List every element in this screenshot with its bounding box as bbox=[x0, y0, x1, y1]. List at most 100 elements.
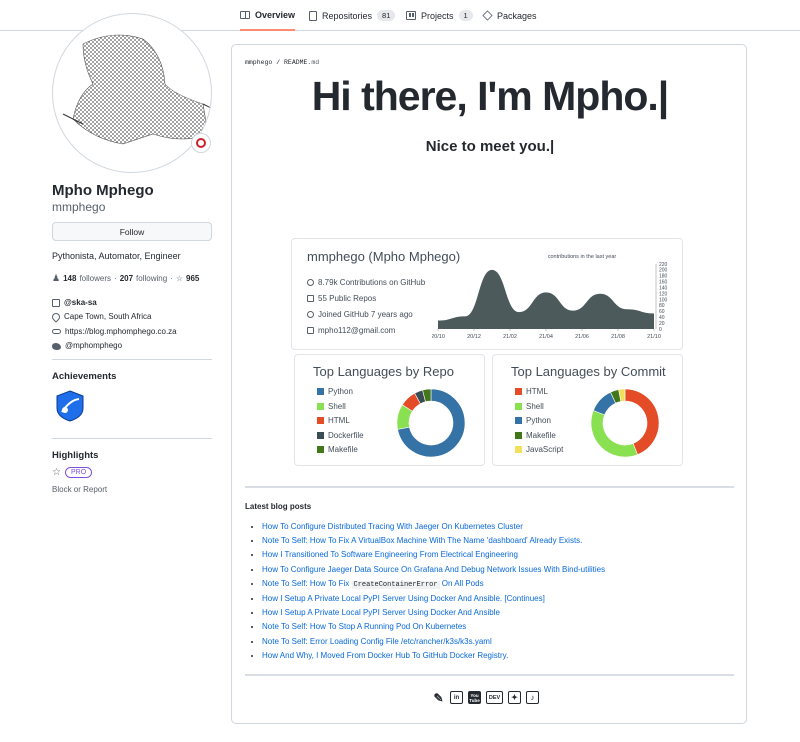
profile-bio: Pythonista, Automator, Engineer bbox=[52, 251, 181, 261]
legend-item: Dockerfile bbox=[317, 431, 364, 440]
x-tick-label: 20/12 bbox=[467, 334, 481, 340]
profile-location: Cape Town, South Africa bbox=[64, 312, 152, 322]
blog-post-link[interactable]: Note To Self: How To Stop A Running Pod … bbox=[262, 622, 466, 631]
blog-post-link[interactable]: How I Transitioned To Software Engineeri… bbox=[262, 550, 518, 559]
following-count[interactable]: 207 bbox=[120, 274, 133, 283]
legend-label: HTML bbox=[526, 387, 548, 396]
legend-label: JavaScript bbox=[526, 445, 564, 454]
youtube-icon[interactable]: You Tube bbox=[468, 691, 481, 704]
blog-post-link[interactable]: Note To Self: How To Fix A VirtualBox Ma… bbox=[262, 536, 582, 545]
tab-projects[interactable]: Projects 1 bbox=[406, 0, 473, 31]
legend-label: Shell bbox=[526, 401, 544, 411]
blog-post-link[interactable]: How I Setup A Private Local PyPI Server … bbox=[262, 608, 500, 617]
x-tick-label: 21/04 bbox=[539, 334, 553, 340]
readme-breadcrumb: mmphego / README.md bbox=[245, 59, 319, 66]
social-links: ✎ in You Tube DEV ✦ ♪ bbox=[432, 691, 539, 705]
legend-item: Makefile bbox=[515, 431, 556, 440]
github-icon bbox=[307, 279, 314, 286]
y-tick-label: 0 bbox=[659, 327, 662, 333]
followers-count[interactable]: 148 bbox=[63, 274, 76, 283]
donut-slice bbox=[590, 410, 638, 458]
list-item: How To Configure Jaeger Data Source On G… bbox=[262, 563, 605, 577]
profile-twitter[interactable]: @mphomphego bbox=[65, 339, 122, 353]
profile-full-name: Mpho Mphego bbox=[52, 182, 154, 199]
blog-post-link[interactable]: Note To Self: How To Fix CreateContainer… bbox=[262, 578, 484, 589]
pencil-icon[interactable]: ✎ bbox=[432, 691, 445, 705]
github-profile-card[interactable]: mmphego (Mpho Mphego) 8.79k Contribution… bbox=[291, 238, 683, 350]
twitter-icon bbox=[52, 342, 61, 350]
blog-post-list: How To Configure Distributed Tracing Wit… bbox=[250, 520, 605, 663]
divider bbox=[52, 359, 212, 360]
clock-icon bbox=[307, 311, 314, 318]
legend-label: Dockerfile bbox=[328, 430, 364, 440]
top-languages-repo-card: Top Languages by Repo Python Shell HTML Doc… bbox=[294, 354, 485, 466]
legend-label: Python bbox=[526, 416, 551, 425]
legend-swatch bbox=[515, 388, 522, 395]
legend-item: Shell bbox=[317, 402, 346, 411]
pro-badge: PRO bbox=[64, 467, 93, 478]
contributions-text: 8.79k Contributions on GitHub bbox=[318, 278, 426, 287]
achievements-heading: Achievements bbox=[52, 371, 117, 382]
profile-org[interactable]: @ska-sa bbox=[64, 296, 97, 310]
followers-link[interactable]: followers bbox=[79, 274, 111, 283]
twitter-icon[interactable]: ✦ bbox=[508, 691, 521, 704]
repos-text: 55 Public Repos bbox=[318, 294, 377, 303]
readme-box: mmphego / README.md Hi there, I'm Mpho.|… bbox=[231, 44, 747, 724]
link-icon bbox=[52, 329, 61, 335]
stars-count[interactable]: 965 bbox=[186, 274, 199, 283]
languages-commit-donut bbox=[590, 388, 660, 458]
blog-post-link[interactable]: How To Configure Distributed Tracing Wit… bbox=[262, 522, 523, 531]
blog-post-link[interactable]: How And Why, I Moved From Docker Hub To … bbox=[262, 651, 508, 660]
legend-swatch bbox=[317, 431, 324, 439]
follow-stats: ♟ 148 followers · 207 following · ☆ 965 bbox=[52, 273, 199, 284]
post-text: On All Pods bbox=[439, 578, 484, 588]
tab-packages[interactable]: Packages bbox=[482, 0, 537, 31]
status-emoji[interactable] bbox=[191, 133, 211, 153]
repo-icon bbox=[307, 295, 314, 302]
profile-details: @ska-sa Cape Town, South Africa https://… bbox=[50, 296, 177, 353]
readme-user[interactable]: mmphego bbox=[245, 59, 272, 66]
languages-repo-donut bbox=[396, 388, 466, 458]
email-stat: mpho112@gmail.com bbox=[307, 326, 395, 335]
joined-stat: Joined GitHub 7 years ago bbox=[307, 310, 413, 319]
readme-ext: .md bbox=[307, 59, 320, 66]
package-icon bbox=[482, 10, 493, 21]
profile-website[interactable]: https://blog.mphomphego.co.za bbox=[65, 325, 177, 339]
divider bbox=[245, 486, 734, 488]
following-link[interactable]: following bbox=[136, 274, 167, 283]
legend-item: Python bbox=[515, 416, 551, 425]
contributions-stat: 8.79k Contributions on GitHub bbox=[307, 278, 425, 287]
follow-button[interactable]: Follow bbox=[52, 222, 212, 241]
dev-icon[interactable]: DEV bbox=[486, 691, 503, 704]
tab-overview[interactable]: Overview bbox=[240, 0, 296, 31]
pro-highlight: ☆ PRO bbox=[52, 467, 93, 478]
x-tick-label: 21/02 bbox=[503, 334, 517, 340]
legend-label: Makefile bbox=[328, 445, 358, 454]
readme-file[interactable]: README bbox=[284, 59, 307, 66]
avatar[interactable] bbox=[52, 13, 212, 173]
blog-post-link[interactable]: How To Configure Jaeger Data Source On G… bbox=[262, 565, 605, 574]
block-or-report-link[interactable]: Block or Report bbox=[52, 485, 107, 494]
repositories-count: 81 bbox=[377, 10, 396, 21]
achievement-badge-icon[interactable] bbox=[55, 390, 85, 422]
tiktok-icon[interactable]: ♪ bbox=[526, 691, 539, 704]
tab-repositories[interactable]: Repositories 81 bbox=[309, 0, 396, 31]
legend-item: JavaScript bbox=[515, 445, 563, 454]
legend-label: Shell bbox=[328, 401, 346, 411]
email-text: mpho112@gmail.com bbox=[318, 326, 396, 335]
blog-post-link[interactable]: How I Setup A Private Local PyPI Server … bbox=[262, 594, 545, 603]
legend-swatch bbox=[515, 446, 522, 453]
blog-post-link[interactable]: Note To Self: Error Loading Config File … bbox=[262, 637, 492, 646]
project-icon bbox=[406, 11, 416, 20]
legend-item: Makefile bbox=[317, 445, 358, 454]
list-item: How And Why, I Moved From Docker Hub To … bbox=[262, 649, 605, 663]
top-languages-commit-card: Top Languages by Commit HTML Shell Python M… bbox=[492, 354, 683, 466]
highlights-heading: Highlights bbox=[52, 450, 99, 461]
linkedin-icon[interactable]: in bbox=[450, 691, 463, 704]
blog-heading: Latest blog posts bbox=[245, 502, 312, 511]
legend-item: HTML bbox=[515, 387, 548, 396]
legend-swatch bbox=[515, 431, 522, 439]
legend-swatch bbox=[317, 402, 324, 410]
separator: / bbox=[272, 59, 285, 66]
contributions-area bbox=[438, 269, 654, 329]
